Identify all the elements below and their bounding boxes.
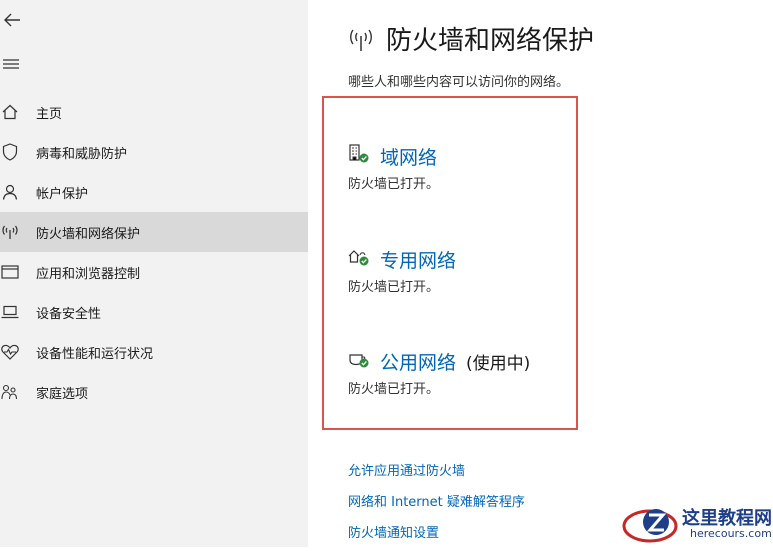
browser-window-icon — [1, 263, 19, 281]
family-icon — [1, 383, 19, 401]
sidebar-item-home[interactable]: 主页 — [0, 92, 308, 132]
watermark-subtext: herecours.com — [690, 527, 772, 540]
page-subtitle: 哪些人和哪些内容可以访问你的网络。 — [348, 75, 570, 90]
person-icon — [1, 183, 19, 201]
wifi-antenna-icon — [350, 29, 372, 51]
allow-app-through-firewall-link[interactable]: 允许应用通过防火墙 — [348, 460, 465, 479]
sidebar: 主页 病毒和威胁防护 帐户保护 防火墙和网络保护 应用和浏览器控制 设备安全性 … — [0, 0, 308, 547]
hamburger-icon — [3, 59, 19, 69]
sidebar-item-label: 设备安全性 — [36, 306, 102, 322]
sidebar-item-label: 应用和浏览器控制 — [36, 266, 141, 282]
sidebar-item-label: 病毒和威胁防护 — [36, 146, 128, 162]
back-button[interactable] — [0, 8, 24, 32]
sidebar-item-virus-protection[interactable]: 病毒和威胁防护 — [0, 132, 308, 172]
sidebar-item-app-browser-control[interactable]: 应用和浏览器控制 — [0, 252, 308, 292]
shield-icon — [1, 143, 19, 161]
heart-pulse-icon — [1, 343, 19, 361]
home-icon — [1, 103, 19, 121]
sidebar-item-family-options[interactable]: 家庭选项 — [0, 372, 308, 412]
page-title: 防火墙和网络保护 — [386, 26, 595, 56]
watermark: 这里教程网 herecours.com — [620, 500, 773, 547]
sidebar-item-label: 家庭选项 — [36, 386, 89, 402]
laptop-icon — [1, 303, 19, 321]
sidebar-nav: 主页 病毒和威胁防护 帐户保护 防火墙和网络保护 应用和浏览器控制 设备安全性 … — [0, 92, 308, 412]
highlight-box — [322, 96, 578, 430]
wifi-antenna-icon — [1, 223, 19, 241]
sidebar-item-firewall[interactable]: 防火墙和网络保护 — [0, 212, 308, 252]
sidebar-item-label: 帐户保护 — [36, 186, 89, 202]
arrow-left-icon — [4, 13, 20, 27]
menu-button[interactable] — [0, 52, 24, 76]
firewall-notification-settings-link[interactable]: 防火墙通知设置 — [348, 522, 439, 541]
sidebar-item-label: 设备性能和运行状况 — [36, 346, 154, 362]
sidebar-item-device-security[interactable]: 设备安全性 — [0, 292, 308, 332]
sidebar-item-account-protection[interactable]: 帐户保护 — [0, 172, 308, 212]
network-troubleshooter-link[interactable]: 网络和 Internet 疑难解答程序 — [348, 491, 525, 510]
sidebar-item-device-performance[interactable]: 设备性能和运行状况 — [0, 332, 308, 372]
sidebar-item-label: 主页 — [36, 106, 63, 122]
watermark-logo-icon — [622, 509, 678, 543]
sidebar-item-label: 防火墙和网络保护 — [36, 226, 141, 242]
